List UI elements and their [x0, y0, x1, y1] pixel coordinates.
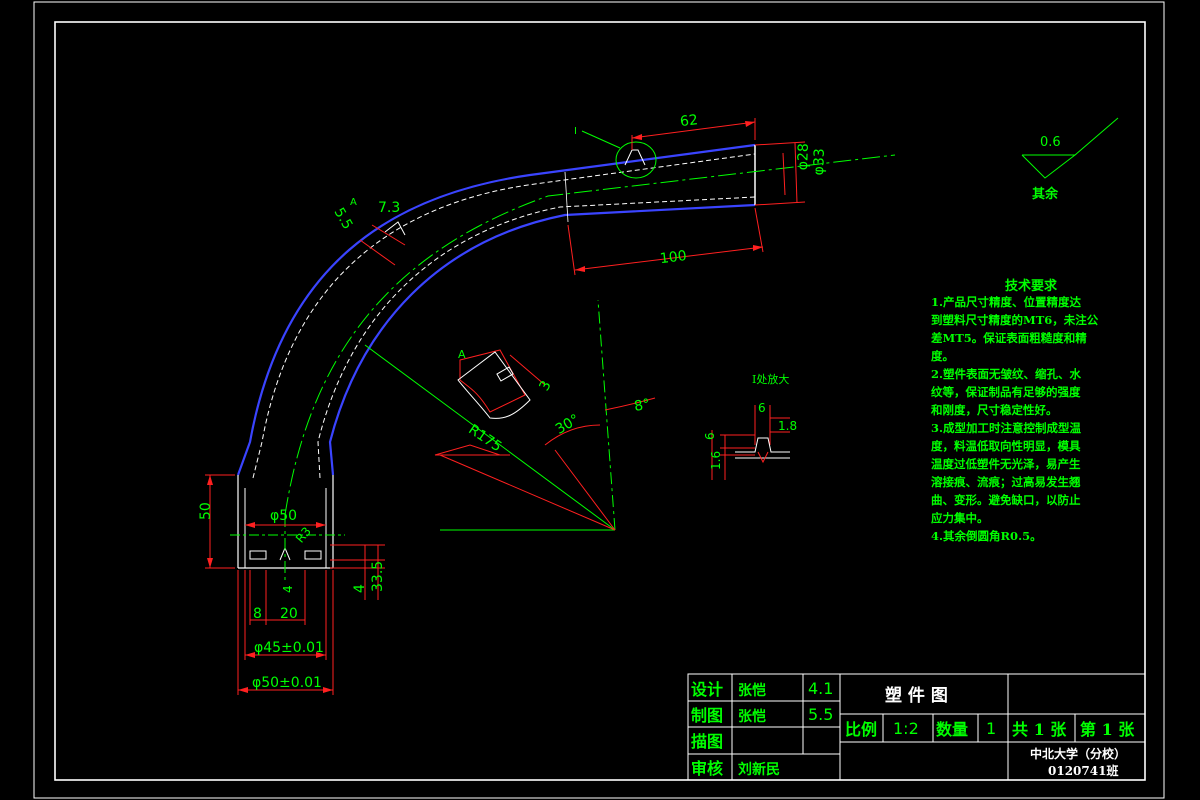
tb-scale-label: 比例 — [845, 720, 877, 739]
centerlines — [230, 154, 896, 580]
tb-total-sheets: 共 1 张 — [1012, 720, 1067, 739]
tech-req-line: 1.产品尺寸精度、位置精度达 — [931, 295, 1082, 309]
tb-design-date: 4.1 — [808, 679, 833, 698]
tech-requirements: 技术要求 1.产品尺寸精度、位置精度达 到塑料尺寸精度的MT6，未注公 差MT5… — [931, 278, 1099, 543]
tech-req-line: 温度过低塑件无光泽，易产生 — [931, 457, 1081, 471]
surface-finish-value: 0.6 — [1040, 135, 1061, 150]
tb-design-label: 设计 — [691, 680, 723, 699]
detail-view: I处放大 6 1.8 6 1.6 — [703, 372, 797, 480]
dim-phi50: φ50 — [270, 508, 297, 524]
tech-req-title: 技术要求 — [1005, 278, 1058, 294]
dim-8deg: 8° — [633, 396, 651, 415]
tb-design-name: 张恺 — [738, 682, 766, 699]
dim-30deg: 30° — [553, 412, 583, 438]
tech-req-line: 到塑料尺寸精度的MT6，未注公 — [931, 313, 1099, 327]
dim-8: 8 — [253, 606, 262, 622]
tech-req-line: 度。 — [931, 349, 954, 363]
dim-phi45-tol: φ45±0.01 — [254, 640, 324, 656]
tb-scale-value: 1:2 — [893, 719, 919, 738]
dim-50: 50 — [198, 502, 214, 520]
part-geometry — [236, 141, 756, 569]
tech-req-line: 纹等，保证制品有足够的强度 — [931, 385, 1081, 399]
outer-wall-inner — [252, 153, 756, 479]
tb-trace-label: 描图 — [691, 732, 723, 751]
tech-req-line: 差MT5。保证表面粗糙度和精 — [931, 331, 1087, 345]
dim-33-5: 33.5 — [370, 561, 386, 592]
inner-wall-outer — [328, 203, 756, 476]
dim-20: 20 — [280, 606, 298, 622]
section-label-3: 3 — [536, 378, 554, 394]
tech-req-line: 3.成型加工时注意控制成型温 — [931, 421, 1082, 435]
dim-phi28: φ28 — [795, 143, 812, 171]
detail-view-title: I处放大 — [752, 372, 789, 386]
tb-school: 中北大学（分校） — [1030, 746, 1126, 761]
detail-leader — [581, 130, 621, 149]
tech-req-line: 2.塑件表面无皱纹、缩孔、水 — [931, 367, 1082, 381]
dim-phi33: φ33 — [811, 148, 828, 176]
dim-62: 62 — [679, 112, 699, 130]
tb-review-name: 刘新民 — [738, 761, 780, 778]
tb-drawing-name: 张恺 — [738, 708, 766, 725]
outer-wall-outer — [236, 143, 756, 476]
dim-5-5: 5.5 — [331, 205, 356, 232]
dim-4-left: 4 — [281, 585, 295, 593]
surface-finish-symbol — [1021, 117, 1119, 179]
dim-100: 100 — [659, 248, 687, 267]
detail-dim-1-6: 1.6 — [709, 451, 723, 470]
tb-sheet-no: 第 1 张 — [1080, 720, 1135, 739]
tb-class-code: 0120741班 — [1048, 763, 1118, 778]
tech-req-line: 溶接痕、流痕；过高易发生翘 — [931, 475, 1081, 489]
drawing-border — [33, 1, 1165, 799]
dim-phi50-tol: φ50±0.01 — [252, 675, 322, 691]
detail-dim-6-top: 6 — [758, 401, 766, 415]
section-marker-a: A — [350, 197, 357, 208]
dim-r3: R3 — [293, 524, 314, 545]
cad-drawing-canvas: 62 100 φ33 φ28 5.5 7.3 R175 30° 8° 50 φ5… — [0, 0, 1200, 800]
detail-dim-6-left: 6 — [703, 432, 717, 440]
inner-wall-inner — [317, 196, 756, 479]
tb-drawing-date: 5.5 — [808, 705, 833, 724]
dim-7-3: 7.3 — [378, 200, 400, 216]
detail-dim-1-8: 1.8 — [778, 419, 797, 433]
dimension-texts: 62 100 φ33 φ28 5.5 7.3 R175 30° 8° 50 φ5… — [198, 112, 828, 691]
tb-review-label: 审核 — [691, 759, 723, 778]
tech-req-line: 度，料温低取向性明显，模具 — [931, 439, 1081, 453]
detail-label-i: I — [574, 126, 577, 137]
tech-req-line: 4.其余倒圆角R0.5。 — [931, 529, 1042, 543]
tech-req-line: 应力集中。 — [931, 511, 989, 525]
tech-req-line: 曲、变形。避免缺口，以防止 — [931, 493, 1081, 507]
tb-drawing-title: 塑 件 图 — [885, 685, 948, 706]
tb-qty-value: 1 — [986, 719, 996, 738]
tech-req-line: 和刚度，尺寸稳定性好。 — [931, 403, 1058, 417]
tb-drawing-label: 制图 — [691, 706, 723, 725]
tb-qty-label: 数量 — [936, 720, 968, 739]
dim-4-right: 4 — [352, 584, 368, 593]
surface-finish-label: 其余 — [1032, 186, 1059, 202]
drawing-svg: 62 100 φ33 φ28 5.5 7.3 R175 30° 8° 50 φ5… — [33, 1, 1165, 799]
section-label-a: A — [458, 348, 466, 361]
title-block-texts: 设计 制图 描图 审核 张恺 张恺 刘新民 比例 数量 共 1 张 第 1 张 … — [691, 679, 1135, 778]
